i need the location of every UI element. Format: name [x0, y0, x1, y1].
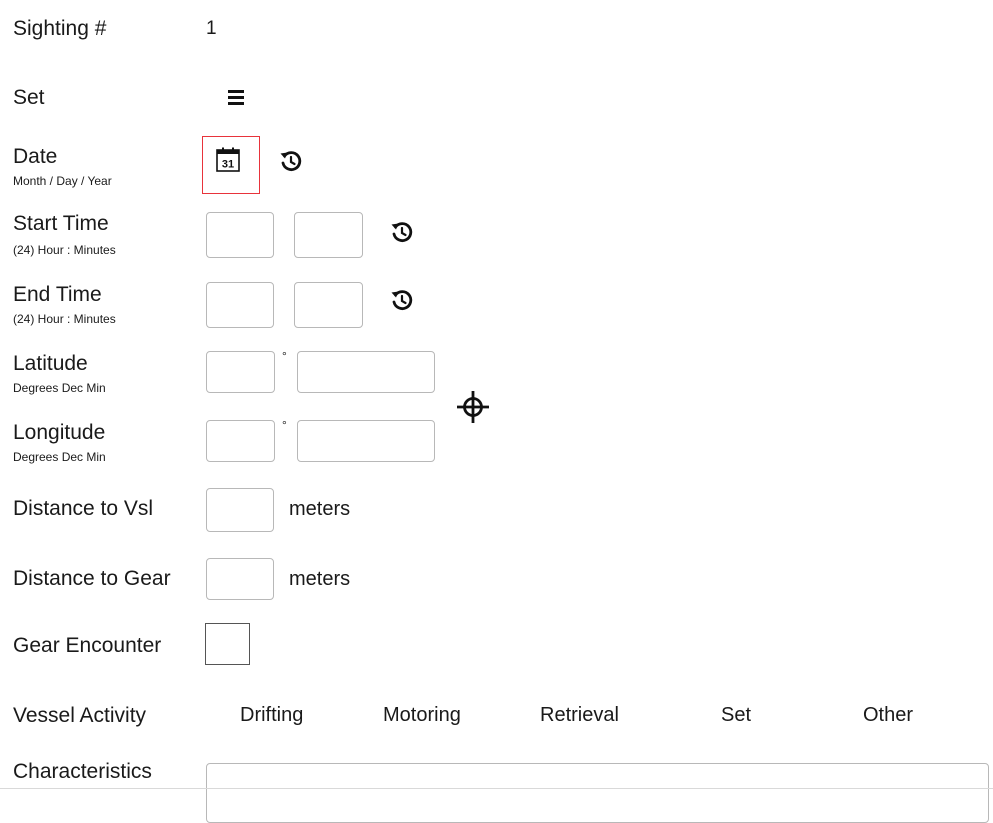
longitude-degree-symbol: ° — [282, 418, 287, 432]
distance-vessel-label: Distance to Vsl — [13, 497, 154, 520]
gear-encounter-label: Gear Encounter — [13, 634, 162, 657]
distance-vessel-unit: meters — [289, 498, 351, 520]
vessel-activity-option-motoring[interactable]: Motoring — [383, 703, 461, 727]
latitude-degrees-input[interactable] — [206, 351, 275, 393]
start-time-reset-icon[interactable] — [389, 219, 415, 245]
sighting-number: 1 — [206, 18, 217, 39]
longitude-label: Longitude — [13, 421, 106, 444]
characteristics-textarea[interactable] — [206, 763, 989, 823]
start-time-label: Start Time — [13, 212, 109, 235]
crosshair-icon[interactable] — [456, 390, 490, 424]
distance-gear-unit: meters — [289, 568, 351, 590]
latitude-label: Latitude — [13, 352, 88, 375]
calendar-day-text: 31 — [222, 159, 234, 171]
gear-encounter-checkbox[interactable] — [205, 623, 250, 665]
distance-gear-label: Distance to Gear — [13, 567, 171, 590]
characteristics-label: Characteristics — [13, 760, 152, 783]
start-time-sublabel: (24) Hour : Minutes — [13, 243, 116, 257]
longitude-minutes-input[interactable] — [297, 420, 435, 462]
distance-gear-input[interactable] — [206, 558, 274, 600]
start-time-hour-input[interactable] — [206, 212, 274, 258]
end-time-reset-icon[interactable] — [389, 287, 415, 313]
vessel-activity-label: Vessel Activity — [13, 704, 147, 727]
latitude-sublabel: Degrees Dec Min — [13, 381, 106, 395]
latitude-minutes-input[interactable] — [297, 351, 435, 393]
distance-vessel-input[interactable] — [206, 488, 274, 532]
date-label: Date — [13, 145, 58, 168]
longitude-degrees-input[interactable] — [206, 420, 275, 462]
menu-icon[interactable] — [227, 88, 247, 106]
end-time-hour-input[interactable] — [206, 282, 274, 328]
end-time-sublabel: (24) Hour : Minutes — [13, 312, 116, 326]
vessel-activity-option-set[interactable]: Set — [721, 703, 751, 727]
vessel-activity-option-other[interactable]: Other — [863, 703, 913, 727]
end-time-minutes-input[interactable] — [294, 282, 363, 328]
set-label: Set — [13, 86, 45, 109]
vessel-activity-option-retrieval[interactable]: Retrieval — [540, 703, 619, 727]
start-time-minutes-input[interactable] — [294, 212, 363, 258]
date-picker-highlight[interactable]: 31 — [202, 136, 260, 194]
sighting-label: Sighting # — [13, 17, 107, 40]
bottom-divider — [0, 788, 993, 789]
vessel-activity-option-drifting[interactable]: Drifting — [240, 703, 303, 727]
latitude-degree-symbol: ° — [282, 349, 287, 363]
end-time-label: End Time — [13, 283, 102, 306]
date-reset-icon[interactable] — [278, 148, 304, 174]
date-sublabel: Month / Day / Year — [13, 174, 112, 188]
calendar-icon[interactable]: 31 — [215, 147, 241, 173]
longitude-sublabel: Degrees Dec Min — [13, 450, 106, 464]
